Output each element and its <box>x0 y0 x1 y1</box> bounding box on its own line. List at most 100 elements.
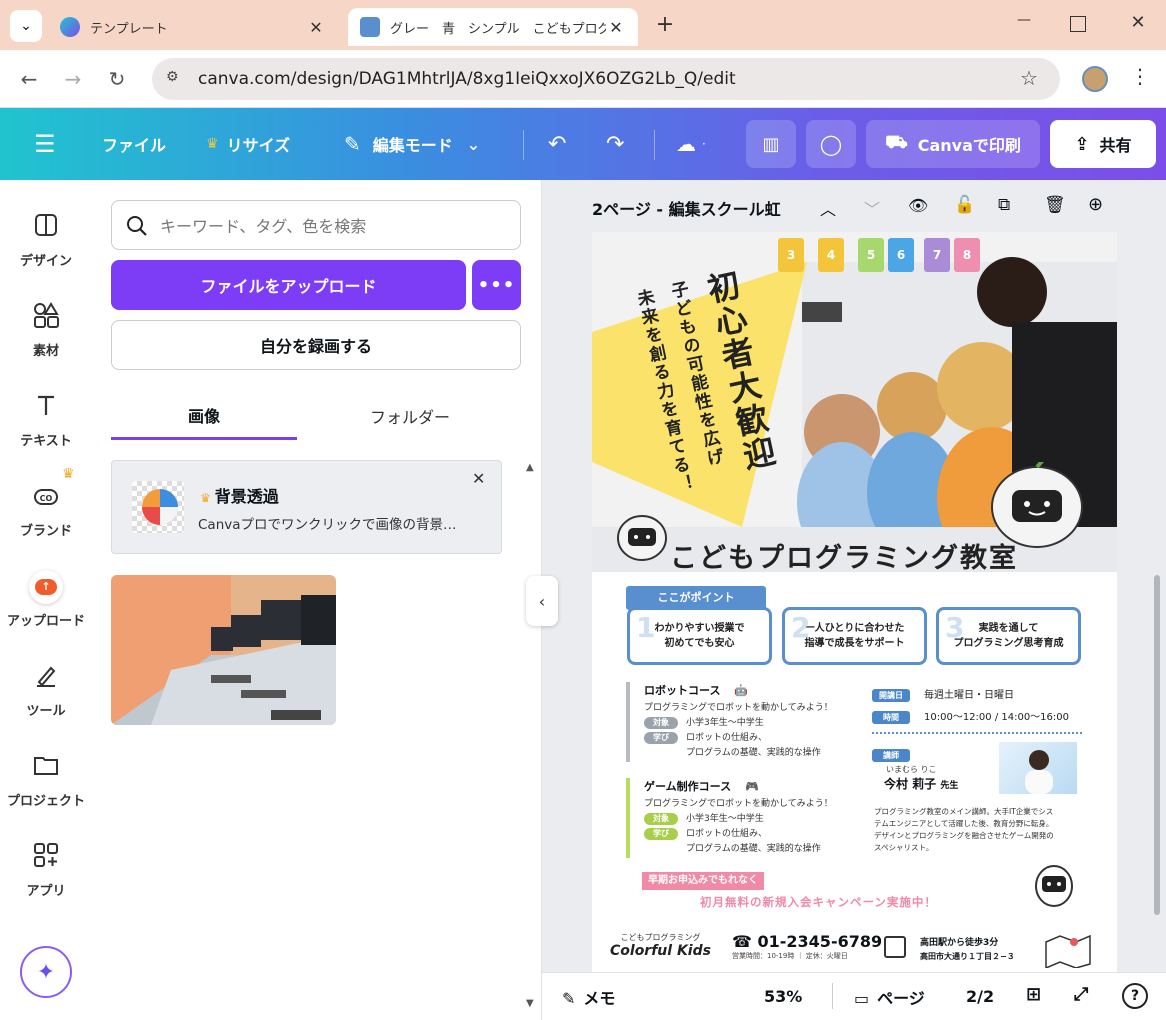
rail-item-projects[interactable]: プロジェクト <box>0 742 92 822</box>
close-promo-icon[interactable]: ✕ <box>472 469 485 488</box>
left-rail: デザイン 素材 テキスト ♛ CO ブランド ↑ アップロード ツール プロジェ… <box>0 180 92 1020</box>
notes-icon: ✎ <box>562 989 576 1008</box>
rail-item-elements[interactable]: 素材 <box>0 292 92 372</box>
zoom-level[interactable]: 53% <box>764 987 802 1006</box>
main-menu-icon[interactable]: ☰ <box>34 108 56 180</box>
rail-item-text[interactable]: テキスト <box>0 382 92 462</box>
tools-icon <box>37 666 56 687</box>
elements-icon <box>34 302 59 328</box>
editor-scrollbar[interactable] <box>1154 575 1160 915</box>
poster-title[interactable]: こどもプログラミング教室 <box>670 536 1018 575</box>
design-favicon-icon <box>360 17 380 37</box>
redo-icon[interactable]: ↷ <box>606 108 624 180</box>
garland-chip: 3 <box>778 238 804 272</box>
bookmark-star-icon[interactable]: ☆ <box>1020 66 1038 90</box>
insights-button[interactable]: ▥ <box>746 120 796 168</box>
lock-icon[interactable]: 🔓 <box>954 195 975 215</box>
teacher-bio: プログラミング教室のメイン講師。大手IT企業でシス テムエンジニアとして活躍した… <box>874 807 1054 852</box>
chevron-down-icon: ⌄ <box>466 134 481 154</box>
edit-mode-dropdown[interactable]: ✎ 編集モード ⌄ <box>344 108 480 180</box>
campaign-tag[interactable]: 早期お申込みでもれなく <box>642 872 764 890</box>
uploaded-image-classroom[interactable] <box>111 575 336 725</box>
pages-button[interactable]: ▭ ページ <box>854 985 925 1009</box>
undo-icon[interactable]: ↶ <box>548 108 566 180</box>
site-info-icon[interactable]: ⚙ <box>166 69 179 85</box>
share-button[interactable]: ⇪ 共有 <box>1050 120 1156 168</box>
minimize-button[interactable]: — <box>1012 12 1036 36</box>
rail-item-brand[interactable]: ♛ CO ブランド <box>0 466 92 552</box>
reload-icon[interactable]: ↻ <box>102 64 132 94</box>
duplicate-page-icon[interactable]: ⧉ <box>998 195 1010 215</box>
point-card-3[interactable]: 3 実践を通して プログラミング思考育成 <box>936 607 1081 665</box>
design-page[interactable]: 3 4 5 6 7 8 初心者大歓迎 子どもの可能性を広げ 未来を創る力を育てる… <box>592 232 1117 972</box>
search-input[interactable]: キーワード、タグ、色を検索 <box>111 200 521 250</box>
close-window-button[interactable]: ✕ <box>1126 12 1150 36</box>
schedule-block[interactable]: 開講日 毎週土曜日・日曜日 時間 10:00〜12:00 / 14:00〜16:00 <box>872 686 1082 734</box>
poster-footer: こどもプログラミング Colorful Kids ☎ 01-2345-6789 … <box>592 928 1117 972</box>
help-icon[interactable]: ? <box>1122 983 1148 1009</box>
game-course-block[interactable]: ゲーム制作コース 🎮 プログラミングでロボットを動かしてみよう！ 対象 小学3年生… <box>626 778 856 858</box>
browser-tab-templates[interactable]: テンプレート ✕ <box>48 8 338 46</box>
point-card-1[interactable]: 1 わかりやすい授業で 初めてでも安心 <box>627 607 772 665</box>
tab-search-button[interactable]: ⌄ <box>10 10 42 42</box>
close-tab-icon[interactable]: ✕ <box>606 18 626 37</box>
chevron-left-icon: ‹ <box>538 591 546 611</box>
maximize-button[interactable] <box>1070 16 1086 32</box>
rail-item-upload[interactable]: ↑ アップロード <box>0 562 92 642</box>
game-console-icon: 🎮 <box>744 780 759 793</box>
print-button[interactable]: ⛟ Canvaで印刷 <box>866 120 1040 168</box>
phone-number[interactable]: ☎ 01-2345-6789 営業時間：10-19時 ｜ 定休：火曜日 <box>732 932 882 961</box>
point-card-2[interactable]: 2 一人ひとりに合わせた 指導で成長をサポート <box>782 607 927 665</box>
notes-button[interactable]: ✎ メモ <box>562 985 615 1009</box>
rail-item-apps[interactable]: アプリ <box>0 832 92 912</box>
fullscreen-icon[interactable]: ⤢ <box>1074 984 1088 1005</box>
garland-chip: 6 <box>888 238 914 272</box>
upload-more-button[interactable]: ••• <box>472 260 521 310</box>
editor-bottom-bar: ✎ メモ 53% ▭ ページ 2/2 ⊞ ⤢ ? <box>542 972 1166 1020</box>
new-tab-button[interactable]: + <box>652 12 678 38</box>
page-down-icon[interactable]: ﹀ <box>864 196 880 220</box>
browser-menu-icon[interactable]: ⋮ <box>1130 64 1150 94</box>
grid-view-icon[interactable]: ⊞ <box>1026 984 1041 1005</box>
brand-logo[interactable]: こどもプログラミング Colorful Kids <box>610 932 711 959</box>
robot-course-block[interactable]: ロボットコース 🤖 プログラミングでロボットを動かしてみよう！ 対象 小学3年生〜… <box>626 682 856 762</box>
cloud-saved-icon[interactable]: ☁ · <box>676 108 706 180</box>
beach-ball-thumbnail <box>132 481 184 533</box>
teacher-photo[interactable] <box>999 742 1077 794</box>
robot-mascot-small-icon <box>1035 865 1073 907</box>
upload-file-button[interactable]: ファイルをアップロード <box>111 260 466 310</box>
tab-images[interactable]: 画像 <box>111 392 297 440</box>
close-tab-icon[interactable]: ✕ <box>306 18 326 37</box>
resize-button[interactable]: ♛ リサイズ <box>206 108 290 180</box>
profile-avatar[interactable] <box>1082 66 1108 92</box>
crown-icon: ♛ <box>200 491 211 505</box>
url-text: canva.com/design/DAG1MhtrlJA/8xg1IeiQxxo… <box>198 69 736 89</box>
collapse-panel-button[interactable]: ‹ <box>526 576 558 626</box>
forward-icon[interactable]: → <box>58 64 88 94</box>
browser-tab-design[interactable]: グレー 青 シンプル こどもプログラ ✕ <box>348 8 638 46</box>
back-icon[interactable]: ← <box>14 64 44 94</box>
record-yourself-button[interactable]: 自分を録画する <box>111 320 521 370</box>
campaign-banner[interactable]: 初月無料の新規入会キャンペーン実施中！ <box>692 892 945 912</box>
canva-favicon-icon <box>60 17 80 37</box>
magic-sparkle-button[interactable]: ✦ <box>20 946 72 998</box>
crown-icon: ♛ <box>62 466 75 482</box>
bg-remover-promo[interactable]: ♛ 背景透過 Canvaプロでワンクリックで画像の背景… ✕ <box>111 460 502 554</box>
tab-title: テンプレート <box>90 21 168 37</box>
rail-item-design[interactable]: デザイン <box>0 202 92 282</box>
rail-item-tools[interactable]: ツール <box>0 652 92 732</box>
editor-toolbar: ☰ ファイル ♛ リサイズ ✎ 編集モード ⌄ ↶ ↷ ☁ · ▥ ◯ ⛟ Ca… <box>0 108 1166 180</box>
add-page-icon[interactable]: ⊕ <box>1088 194 1103 215</box>
url-field[interactable]: ⚙ canva.com/design/DAG1MhtrlJA/8xg1IeiQx… <box>152 58 1060 100</box>
access-info[interactable]: 高田駅から徒歩3分 高田市大通り１丁目２−３ <box>920 936 1015 964</box>
delete-page-icon[interactable]: 🗑 <box>1044 195 1066 215</box>
comment-icon: ◯ <box>819 132 843 156</box>
page-title[interactable]: 2ページ - 編集スクール虹 <box>592 196 781 220</box>
tab-folders[interactable]: フォルダー <box>317 392 503 440</box>
file-menu[interactable]: ファイル <box>102 108 166 180</box>
page-up-icon[interactable]: ︿ <box>820 196 836 220</box>
hide-page-icon[interactable]: 👁 <box>908 196 928 215</box>
comments-button[interactable]: ◯ <box>806 120 856 168</box>
brand-icon: CO <box>34 489 58 505</box>
panel-scrollbar[interactable]: ▲ ▼ <box>526 462 534 1010</box>
